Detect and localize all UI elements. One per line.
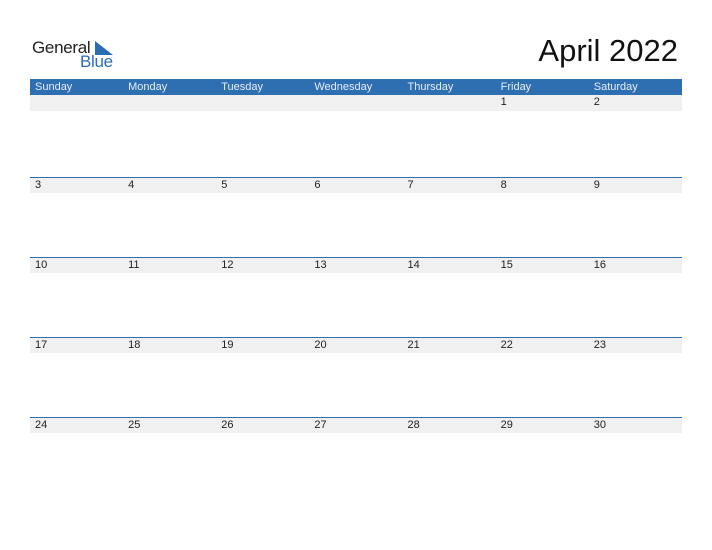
day-cell: [403, 95, 496, 111]
day-cell: 22: [500, 339, 513, 351]
day-cell: 21: [407, 339, 420, 351]
week-row: 24 25 26 27 28 29 30: [30, 417, 682, 497]
day-number-strip: 12: [30, 95, 682, 111]
day-cell: 11: [128, 259, 140, 271]
day-cell: 3: [35, 179, 42, 191]
day-cell: 28: [407, 419, 420, 431]
weekday-label: Monday: [128, 81, 168, 93]
day-cell: 27: [314, 419, 327, 431]
day-cell: 1: [500, 96, 507, 108]
day-cell: 17: [35, 339, 48, 351]
day-cell: 24: [35, 419, 48, 431]
day-cell: 26: [221, 419, 234, 431]
day-cell: 6: [314, 179, 321, 191]
weekday-label: Tuesday: [221, 81, 264, 93]
day-cell: [30, 95, 123, 111]
day-cell: [123, 95, 216, 111]
day-cell: 10: [35, 259, 48, 271]
day-number-strip: 10 11 12 13 14 15 16: [30, 257, 682, 273]
day-cell: 2: [593, 96, 600, 108]
day-cell: 16: [593, 259, 606, 271]
day-cell: 8: [500, 179, 507, 191]
weekday-label: Thursday: [407, 81, 454, 93]
calendar-title: April 2022: [538, 33, 678, 68]
day-cell: [309, 95, 402, 111]
day-cell: 18: [128, 339, 141, 351]
day-number-strip: 24 25 26 27 28 29 30: [30, 417, 682, 433]
day-cell: 5: [221, 179, 228, 191]
day-cell: 12: [221, 259, 234, 271]
day-cell: 25: [128, 419, 141, 431]
day-cell: 13: [314, 259, 327, 271]
day-cell: 15: [500, 259, 513, 271]
day-number-strip: 17 18 19 20 21 22 23: [30, 337, 682, 353]
week-row: 17 18 19 20 21 22 23: [30, 337, 682, 417]
weekday-label: Saturday: [593, 81, 638, 93]
logo-blue-text: Blue: [80, 52, 113, 71]
day-cell: 9: [593, 179, 600, 191]
week-row: 12: [30, 95, 682, 177]
day-cell: 29: [500, 419, 513, 431]
day-cell: 19: [221, 339, 234, 351]
day-number-strip: 3 4 5 6 7 8 9: [30, 177, 682, 193]
day-cell: 23: [593, 339, 606, 351]
weekday-label: Wednesday: [314, 81, 373, 93]
day-cell: [216, 95, 309, 111]
day-cell: 7: [407, 179, 414, 191]
day-cell: 30: [593, 419, 606, 431]
weekday-label: Sunday: [35, 81, 73, 93]
week-row: 3 4 5 6 7 8 9: [30, 177, 682, 257]
logo: General Blue: [32, 38, 122, 72]
week-row: 10 11 12 13 14 15 16: [30, 257, 682, 337]
calendar-grid: Sunday Monday Tuesday Wednesday Thursday…: [30, 79, 682, 497]
day-cell: 4: [128, 179, 135, 191]
weekday-label: Friday: [500, 81, 532, 93]
weekday-header: Sunday Monday Tuesday Wednesday Thursday…: [30, 79, 682, 95]
day-cell: 20: [314, 339, 327, 351]
day-cell: 14: [407, 259, 420, 271]
